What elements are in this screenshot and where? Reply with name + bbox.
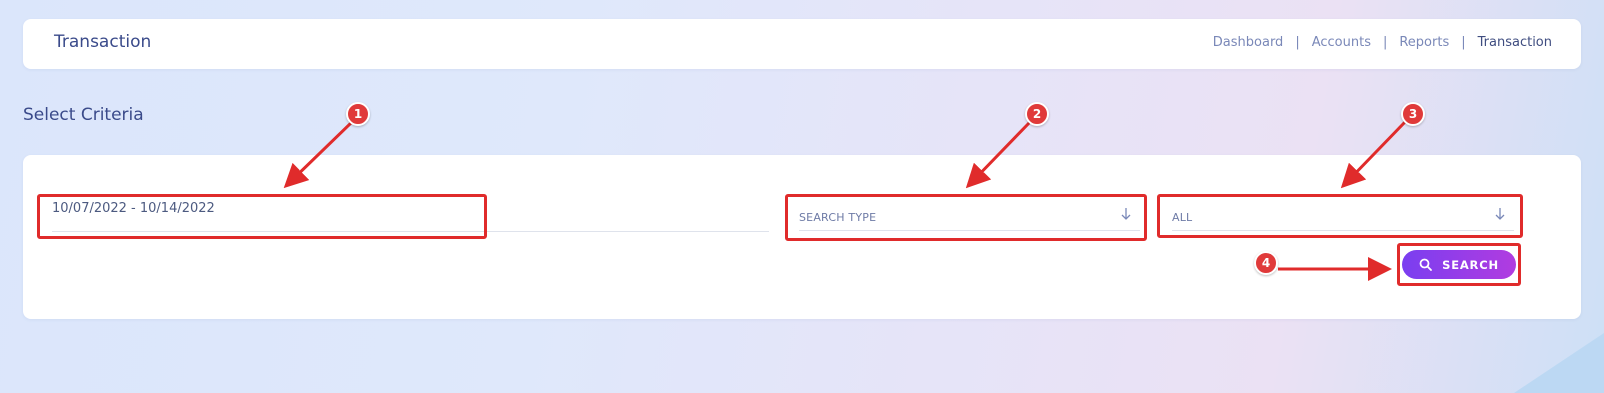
annotation-box-search-type (785, 194, 1147, 241)
breadcrumb-separator: | (1382, 35, 1388, 50)
annotation-box-date (37, 194, 487, 239)
breadcrumb-reports[interactable]: Reports (1399, 35, 1449, 50)
annotation-box-search-button (1397, 243, 1521, 286)
page-title: Transaction (54, 32, 152, 52)
annotation-badge-2: 2 (1025, 102, 1049, 126)
breadcrumb-dashboard[interactable]: Dashboard (1213, 35, 1284, 50)
breadcrumb-transaction: Transaction (1477, 35, 1552, 50)
breadcrumb-separator: | (1461, 35, 1466, 50)
annotation-badge-4: 4 (1254, 251, 1278, 275)
section-title: Select Criteria (23, 105, 144, 125)
breadcrumb-separator: | (1295, 35, 1300, 50)
page-header: Transaction Dashboard | Accounts | Repor… (23, 19, 1581, 69)
breadcrumb: Dashboard | Accounts | Reports | Transac… (1213, 35, 1552, 50)
breadcrumb-accounts[interactable]: Accounts (1312, 35, 1371, 50)
background-corner-decoration (1514, 333, 1604, 393)
annotation-badge-3: 3 (1401, 102, 1425, 126)
annotation-box-all (1157, 194, 1523, 238)
annotation-badge-1: 1 (346, 102, 370, 126)
